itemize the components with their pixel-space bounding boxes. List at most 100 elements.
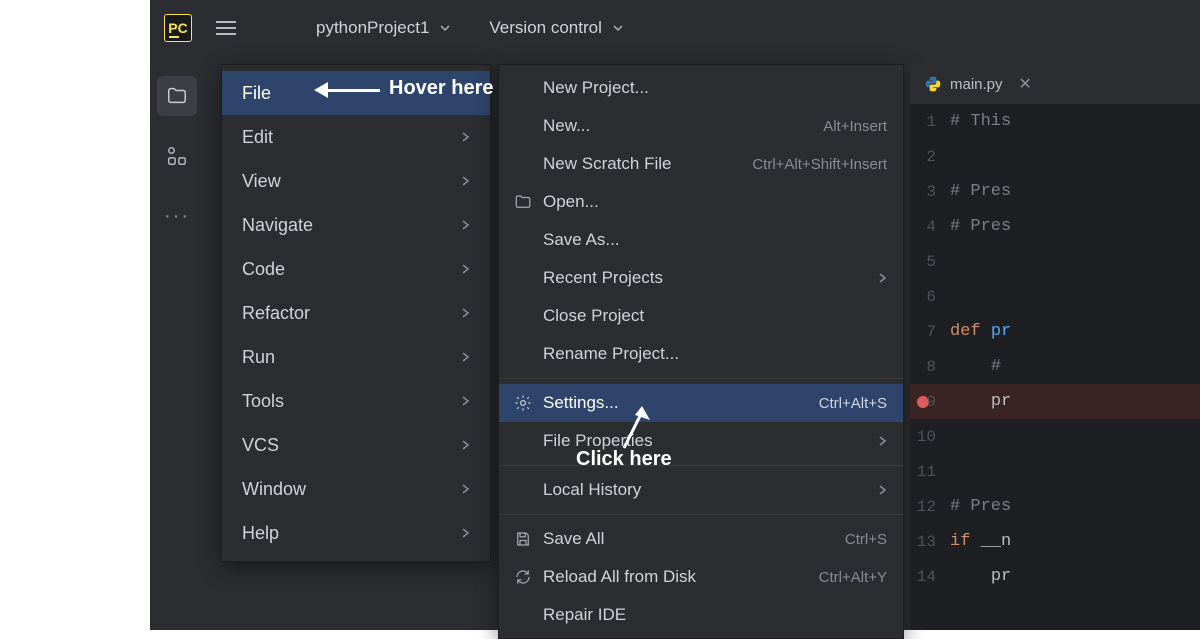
- code-line[interactable]: 4# Pres: [910, 209, 1200, 244]
- file-menu-reload-all-from-disk[interactable]: Reload All from Disk Ctrl+Alt+Y: [499, 558, 903, 596]
- file-menu-repair-ide[interactable]: Repair IDE: [499, 596, 903, 634]
- chevron-right-icon: [877, 434, 887, 448]
- menu-item-label: Repair IDE: [543, 605, 887, 625]
- code-line[interactable]: 9 pr: [910, 384, 1200, 419]
- code-line[interactable]: 7def pr: [910, 314, 1200, 349]
- folder-icon: [166, 85, 188, 107]
- menu-shortcut: Ctrl+Alt+Shift+Insert: [752, 156, 887, 173]
- code-text: # Pres: [950, 217, 1011, 236]
- menu-item-vcs[interactable]: VCS: [222, 423, 490, 467]
- code-line[interactable]: 10: [910, 419, 1200, 454]
- menu-item-edit[interactable]: Edit: [222, 115, 490, 159]
- editor-tab-name: main.py: [950, 76, 1003, 93]
- file-menu-new-project[interactable]: New Project...: [499, 69, 903, 107]
- project-name: pythonProject1: [316, 18, 429, 38]
- chevron-right-icon: [460, 130, 470, 144]
- menu-separator: [499, 378, 903, 379]
- line-number: 7: [910, 323, 950, 341]
- menu-item-label: Code: [242, 259, 285, 280]
- menu-item-view[interactable]: View: [222, 159, 490, 203]
- line-number: 1: [910, 113, 950, 131]
- code-line[interactable]: 8 #: [910, 349, 1200, 384]
- menu-item-label: Help: [242, 523, 279, 544]
- menu-item-window[interactable]: Window: [222, 467, 490, 511]
- code-text: #: [950, 357, 1001, 376]
- menu-item-label: Rename Project...: [543, 344, 887, 364]
- menu-shortcut: Ctrl+Alt+Y: [819, 569, 887, 586]
- close-icon[interactable]: ✕: [1019, 74, 1032, 94]
- editor-tab[interactable]: main.py ✕: [910, 64, 1200, 104]
- menu-item-navigate[interactable]: Navigate: [222, 203, 490, 247]
- line-number: 6: [910, 288, 950, 306]
- structure-tool-button[interactable]: [157, 136, 197, 176]
- file-menu-recent-projects[interactable]: Recent Projects: [499, 259, 903, 297]
- hamburger-menu-icon[interactable]: [210, 15, 242, 41]
- menu-item-label: View: [242, 171, 281, 192]
- menu-item-label: Close Project: [543, 306, 887, 326]
- save-icon: [513, 530, 533, 548]
- code-line[interactable]: 2: [910, 139, 1200, 174]
- code-line[interactable]: 3# Pres: [910, 174, 1200, 209]
- code-text: pr: [950, 567, 1011, 586]
- code-line[interactable]: 11: [910, 454, 1200, 489]
- chevron-right-icon: [460, 394, 470, 408]
- folder-icon: [513, 193, 533, 211]
- code-line[interactable]: 5: [910, 244, 1200, 279]
- chevron-right-icon: [460, 306, 470, 320]
- project-dropdown[interactable]: pythonProject1: [306, 12, 461, 44]
- pycharm-app-icon: PC: [164, 14, 192, 42]
- menu-item-label: Reload All from Disk: [543, 567, 809, 587]
- menu-item-help[interactable]: Help: [222, 511, 490, 555]
- file-menu-new[interactable]: New...Alt+Insert: [499, 107, 903, 145]
- code-line[interactable]: 14 pr: [910, 559, 1200, 594]
- menu-item-file[interactable]: File: [222, 71, 490, 115]
- editor-area: main.py ✕ 1# This23# Pres4# Pres5 6 7def p…: [910, 64, 1200, 630]
- menu-item-refactor[interactable]: Refactor: [222, 291, 490, 335]
- menu-item-label: Settings...: [543, 393, 809, 413]
- menu-item-label: Navigate: [242, 215, 313, 236]
- menu-item-code[interactable]: Code: [222, 247, 490, 291]
- menu-separator: [499, 514, 903, 515]
- line-number: 10: [910, 428, 950, 446]
- structure-icon: [166, 145, 188, 167]
- file-menu-save-all[interactable]: Save All Ctrl+S: [499, 520, 903, 558]
- menu-item-label: VCS: [242, 435, 279, 456]
- menu-item-label: New...: [543, 116, 813, 136]
- menu-shortcut: Ctrl+S: [845, 531, 887, 548]
- chevron-right-icon: [460, 438, 470, 452]
- code-line[interactable]: 12# Pres: [910, 489, 1200, 524]
- file-menu-close-project[interactable]: Close Project: [499, 297, 903, 335]
- file-menu-local-history[interactable]: Local History: [499, 471, 903, 509]
- line-number: 11: [910, 463, 950, 481]
- file-menu-new-scratch-file[interactable]: New Scratch FileCtrl+Alt+Shift+Insert: [499, 145, 903, 183]
- menu-item-label: File Properties: [543, 431, 867, 451]
- code-body[interactable]: 1# This23# Pres4# Pres567def pr8 #9 pr10…: [910, 104, 1200, 594]
- file-menu-rename-project[interactable]: Rename Project...: [499, 335, 903, 373]
- file-menu-open[interactable]: Open...: [499, 183, 903, 221]
- toolbar: PC pythonProject1 Version control: [150, 0, 1200, 56]
- code-line[interactable]: 6: [910, 279, 1200, 314]
- project-tool-button[interactable]: [157, 76, 197, 116]
- more-tools-button[interactable]: ···: [157, 196, 197, 236]
- line-number: 9: [910, 393, 950, 411]
- ellipsis-icon: ···: [164, 205, 190, 228]
- file-menu-save-as[interactable]: Save As...: [499, 221, 903, 259]
- menu-item-label: Refactor: [242, 303, 310, 324]
- hover-arrow-line: [326, 89, 380, 92]
- file-menu-file-properties[interactable]: File Properties: [499, 422, 903, 460]
- menu-shortcut: Ctrl+Alt+S: [819, 395, 887, 412]
- menu-item-label: Save All: [543, 529, 835, 549]
- code-line[interactable]: 13if __n: [910, 524, 1200, 559]
- menu-item-tools[interactable]: Tools: [222, 379, 490, 423]
- chevron-down-icon: [439, 22, 451, 34]
- file-menu-settings[interactable]: Settings... Ctrl+Alt+S: [499, 384, 903, 422]
- line-number: 13: [910, 533, 950, 551]
- chevron-right-icon: [460, 526, 470, 540]
- ide-window: PC pythonProject1 Version control ···: [150, 0, 1200, 630]
- menu-item-label: Tools: [242, 391, 284, 412]
- version-control-dropdown[interactable]: Version control: [479, 12, 633, 44]
- menu-item-label: New Project...: [543, 78, 887, 98]
- code-text: # Pres: [950, 497, 1011, 516]
- code-line[interactable]: 1# This: [910, 104, 1200, 139]
- menu-item-run[interactable]: Run: [222, 335, 490, 379]
